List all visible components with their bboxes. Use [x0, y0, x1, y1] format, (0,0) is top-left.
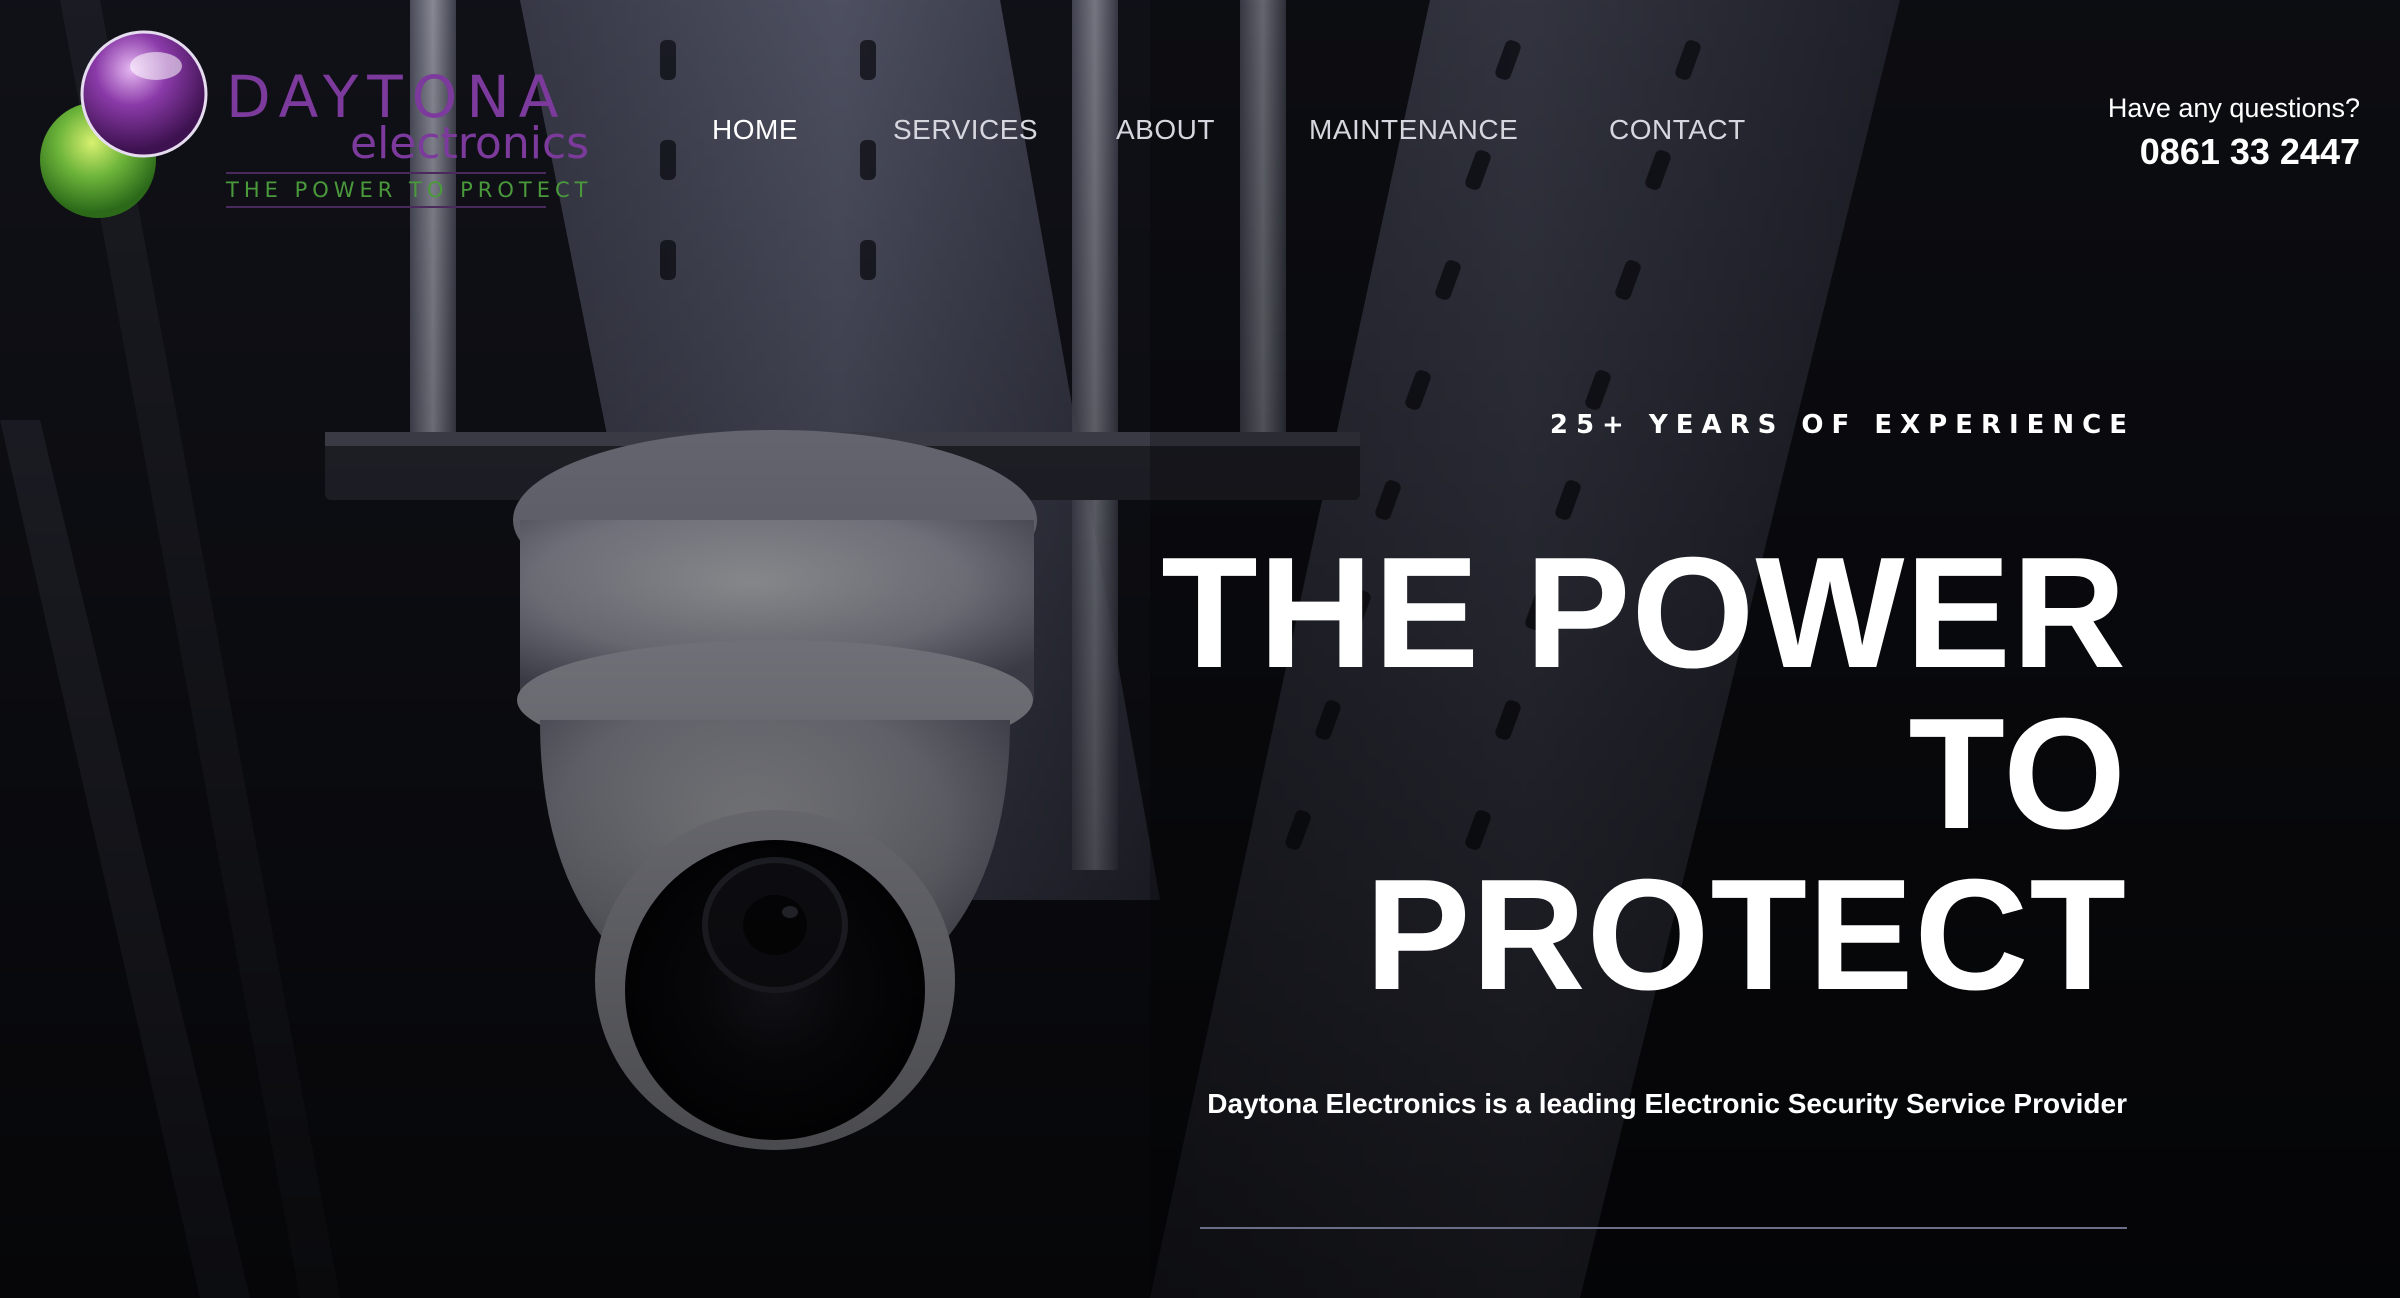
header-contact: Have any questions? 0861 33 2447	[2108, 90, 2360, 178]
nav-item-about[interactable]: ABOUT	[1116, 110, 1215, 150]
contact-phone-link[interactable]: 0861 33 2447	[2108, 126, 2360, 178]
hero-divider	[1200, 1227, 2127, 1229]
hero-lede: Daytona Electronics is a leading Electro…	[1207, 1088, 2127, 1119]
nav-item-home[interactable]: HOME	[712, 110, 798, 150]
hero-eyebrow: 25+ YEARS OF EXPERIENCE	[1549, 410, 2135, 440]
contact-question: Have any questions?	[2107, 93, 2360, 123]
hero-headline-line-3: PROTECT	[1365, 847, 2127, 1023]
hero-headline-line-2: TO	[1908, 686, 2127, 862]
nav-item-maintenance[interactable]: MAINTENANCE	[1309, 110, 1518, 150]
logo-orbs-icon	[40, 30, 208, 218]
brand-tagline: THE POWER TO PROTECT	[226, 178, 593, 202]
logo-divider-bottom	[226, 206, 546, 208]
nav-item-contact[interactable]: CONTACT	[1609, 110, 1746, 150]
logo-divider	[226, 172, 546, 174]
hero-headline: THE POWER TO PROTECT	[1027, 533, 2127, 1016]
brand-subname: electronics	[350, 118, 590, 169]
hero-content: 25+ YEARS OF EXPERIENCE THE POWER TO PRO…	[1027, 405, 2127, 1122]
brand-logo[interactable]: DAYTONA electronics THE POWER TO PROTECT	[36, 30, 589, 220]
nav-item-services[interactable]: SERVICES	[893, 110, 1038, 150]
hero-headline-line-1: THE POWER	[1161, 525, 2127, 701]
